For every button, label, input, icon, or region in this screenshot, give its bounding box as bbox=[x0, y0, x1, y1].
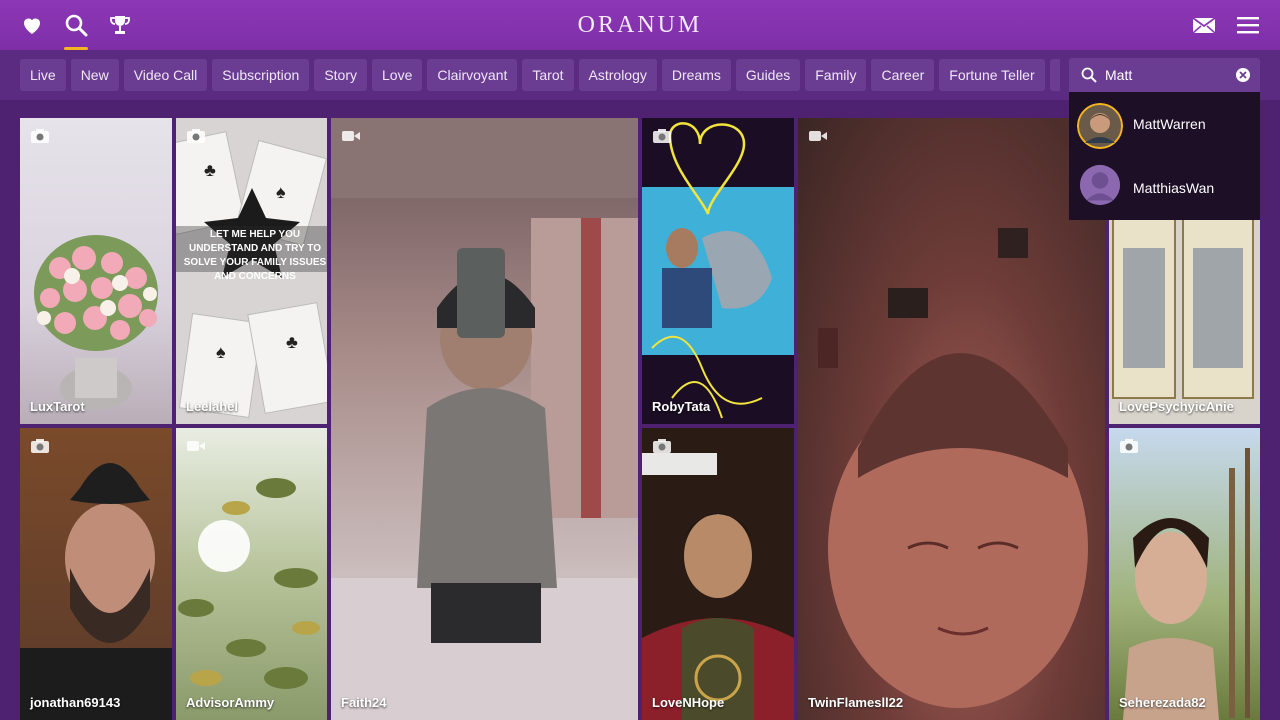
search-results-dropdown: MattWarren MatthiasWan bbox=[1069, 92, 1260, 220]
search-result-name: MatthiasWan bbox=[1133, 180, 1215, 196]
logo-text[interactable]: Oranum bbox=[578, 12, 703, 39]
video-icon bbox=[187, 441, 205, 451]
video-icon bbox=[342, 131, 360, 141]
svg-text:♠: ♠ bbox=[276, 182, 286, 202]
chip-more[interactable] bbox=[1049, 59, 1060, 91]
heart-icon[interactable] bbox=[19, 12, 45, 38]
performer-name: Leelahel bbox=[186, 399, 239, 414]
svg-text:♠: ♠ bbox=[216, 342, 226, 362]
performer-name: Faith24 bbox=[341, 695, 387, 710]
performer-tile[interactable]: Faith24 bbox=[331, 118, 638, 720]
chip-new[interactable]: New bbox=[70, 59, 119, 91]
performer-tile[interactable]: TwinFlamesll22 bbox=[798, 118, 1105, 720]
chip-story[interactable]: Story bbox=[314, 59, 367, 91]
woman-outdoor-photo bbox=[1123, 448, 1250, 720]
camera-icon bbox=[1120, 439, 1138, 453]
performer-tile[interactable]: Seherezada82 bbox=[1109, 428, 1260, 720]
search-result-item[interactable]: MatthiasWan bbox=[1069, 156, 1260, 220]
chip-dreams[interactable]: Dreams bbox=[661, 59, 731, 91]
search-input[interactable] bbox=[1105, 64, 1225, 86]
search-icon bbox=[1081, 67, 1097, 83]
performer-name: AdvisorAmmy bbox=[186, 695, 275, 710]
chip-guides[interactable]: Guides bbox=[735, 59, 801, 91]
avatar bbox=[1079, 164, 1121, 206]
logo: Oranum bbox=[0, 0, 1280, 50]
video-icon bbox=[809, 131, 827, 141]
avatar bbox=[1077, 103, 1123, 149]
chip-live[interactable]: Live bbox=[20, 59, 66, 91]
chip-family[interactable]: Family bbox=[805, 59, 867, 91]
chip-video-call[interactable]: Video Call bbox=[123, 59, 208, 91]
chip-fortune-teller[interactable]: Fortune Teller bbox=[939, 59, 1045, 91]
performer-tile[interactable]: LuxTarot bbox=[20, 118, 172, 424]
category-chips: Live New Video Call Subscription Story Love Cl… bbox=[20, 59, 1060, 91]
top-bar: Oranum bbox=[0, 0, 1280, 50]
camera-icon bbox=[187, 129, 205, 143]
svg-text:♣: ♣ bbox=[286, 332, 298, 352]
camera-icon bbox=[653, 129, 671, 143]
chip-tarot[interactable]: Tarot bbox=[522, 59, 574, 91]
chip-subscription[interactable]: Subscription bbox=[212, 59, 310, 91]
performer-name: RobyTata bbox=[652, 399, 711, 414]
gym-photo bbox=[331, 118, 638, 720]
search-box bbox=[1069, 58, 1260, 92]
man-portrait-photo bbox=[642, 453, 794, 720]
performer-name: jonathan69143 bbox=[30, 695, 121, 710]
performer-name: LovePsychyicAnie bbox=[1119, 399, 1234, 414]
performer-name: TwinFlamesll22 bbox=[808, 695, 904, 710]
search-result-name: MattWarren bbox=[1133, 116, 1206, 132]
camera-icon bbox=[31, 439, 49, 453]
chip-clairvoyant[interactable]: Clairvoyant bbox=[427, 59, 518, 91]
menu-icon[interactable] bbox=[1235, 12, 1261, 38]
chip-career[interactable]: Career bbox=[871, 59, 935, 91]
svg-text:♣: ♣ bbox=[204, 160, 216, 180]
search-icon[interactable] bbox=[63, 12, 89, 38]
dolphin-photo bbox=[642, 122, 794, 419]
performer-tile[interactable]: jonathan69143 bbox=[20, 428, 172, 720]
performer-tile[interactable]: ♣ ♠ ♠ ♣ LET ME HELP YOU UNDERSTAND AND TRY … bbox=[176, 118, 327, 424]
clear-search-icon[interactable] bbox=[1235, 67, 1251, 83]
performer-name: Seherezada82 bbox=[1119, 695, 1206, 710]
performer-tile[interactable]: RobyTata bbox=[642, 118, 794, 424]
performer-tile[interactable]: LoveNHope bbox=[642, 428, 794, 720]
tile-overlay-text: LET ME HELP YOU UNDERSTAND AND TRY TO SO… bbox=[183, 229, 327, 282]
trophy-icon[interactable] bbox=[107, 12, 133, 38]
performer-name: LuxTarot bbox=[30, 399, 85, 414]
performer-name: LoveNHope bbox=[652, 695, 725, 710]
performer-tile[interactable]: AdvisorAmmy bbox=[176, 428, 327, 720]
man-hat-photo bbox=[20, 463, 172, 720]
chip-astrology[interactable]: Astrology bbox=[578, 59, 657, 91]
flowers-photo bbox=[34, 235, 158, 410]
chip-love[interactable]: Love bbox=[372, 59, 423, 91]
camera-icon bbox=[31, 129, 49, 143]
face-photo bbox=[818, 228, 1088, 708]
search-result-item[interactable]: MattWarren bbox=[1069, 92, 1260, 156]
mail-icon[interactable] bbox=[1191, 12, 1217, 38]
leaves-photo bbox=[178, 478, 320, 689]
camera-icon bbox=[653, 439, 671, 453]
